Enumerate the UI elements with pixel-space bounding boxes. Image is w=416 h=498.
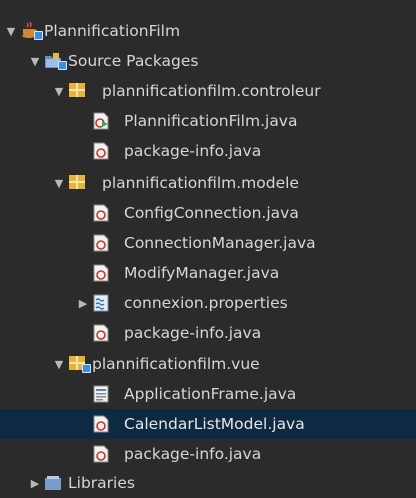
- collapse-toggle[interactable]: ▼: [52, 357, 66, 371]
- tree-node-file[interactable]: package-info.java: [0, 439, 416, 469]
- tree-node-project[interactable]: ▼ PlannificationFilm: [0, 16, 416, 46]
- tree-node-libraries[interactable]: ▶ Libraries: [0, 468, 416, 498]
- collapse-toggle[interactable]: ▼: [4, 24, 18, 38]
- java-file-icon: [92, 324, 110, 342]
- tree-node-label: ConfigConnection.java: [124, 204, 299, 222]
- tree-node-label: PlannificationFilm: [44, 22, 181, 40]
- java-file-icon: [92, 204, 110, 222]
- tree-node-label: plannificationfilm.modele: [102, 174, 299, 192]
- tree-node-label: connexion.properties: [124, 294, 288, 312]
- tree-node-file[interactable]: package-info.java: [0, 318, 416, 348]
- tree-node-label: package-info.java: [124, 142, 262, 160]
- tree-node-label: Source Packages: [68, 52, 199, 70]
- tree-node-label: ApplicationFrame.java: [124, 385, 297, 403]
- java-file-icon: [92, 142, 110, 160]
- tree-node-label: plannificationfilm.controleur: [102, 82, 321, 100]
- package-icon: [68, 81, 86, 99]
- tree-node-file[interactable]: ▶ connexion.properties: [0, 288, 416, 318]
- collapse-toggle[interactable]: ▼: [28, 54, 42, 68]
- tree-node-source-packages[interactable]: ▼ Source Packages: [0, 46, 416, 76]
- java-file-icon: [92, 415, 110, 433]
- tree-node-package-modele[interactable]: ▼ plannificationfilm.modele: [0, 168, 416, 198]
- source-badge-icon: [34, 31, 43, 40]
- tree-node-file-selected[interactable]: CalendarListModel.java: [0, 409, 416, 439]
- java-main-class-icon: [92, 112, 110, 130]
- tree-node-label: ConnectionManager.java: [124, 234, 316, 252]
- java-form-icon: [92, 385, 110, 403]
- java-file-icon: [92, 445, 110, 463]
- project-tree: ▼ PlannificationFilm ▼ Source Packages ▼: [0, 0, 416, 492]
- collapse-toggle[interactable]: ▼: [52, 84, 66, 98]
- tree-node-file[interactable]: package-info.java: [0, 136, 416, 166]
- tree-node-label: package-info.java: [124, 445, 262, 463]
- tree-node-label: plannificationfilm.vue: [92, 355, 260, 373]
- tree-node-label: Libraries: [68, 474, 135, 492]
- tree-node-label: ModifyManager.java: [124, 264, 280, 282]
- tree-node-label: PlannificationFilm.java: [124, 112, 298, 130]
- tree-node-label: package-info.java: [124, 324, 262, 342]
- properties-file-icon: [92, 294, 110, 312]
- collapse-toggle[interactable]: ▼: [52, 176, 66, 190]
- expand-toggle[interactable]: ▶: [76, 296, 90, 310]
- tree-node-file[interactable]: PlannificationFilm.java: [0, 106, 416, 136]
- java-file-icon: [92, 264, 110, 282]
- tree-node-package-vue[interactable]: ▼ plannificationfilm.vue: [0, 349, 416, 379]
- source-badge-icon: [58, 61, 67, 70]
- tree-node-label: CalendarListModel.java: [124, 415, 305, 433]
- source-badge-icon: [82, 364, 91, 373]
- java-file-icon: [92, 234, 110, 252]
- libraries-icon: [44, 474, 62, 492]
- tree-node-file[interactable]: ApplicationFrame.java: [0, 379, 416, 409]
- tree-node-file[interactable]: ConfigConnection.java: [0, 198, 416, 228]
- tree-node-file[interactable]: ConnectionManager.java: [0, 228, 416, 258]
- tree-node-package-controleur[interactable]: ▼ plannificationfilm.controleur: [0, 76, 416, 106]
- tree-node-file[interactable]: ModifyManager.java: [0, 258, 416, 288]
- package-icon: [68, 173, 86, 191]
